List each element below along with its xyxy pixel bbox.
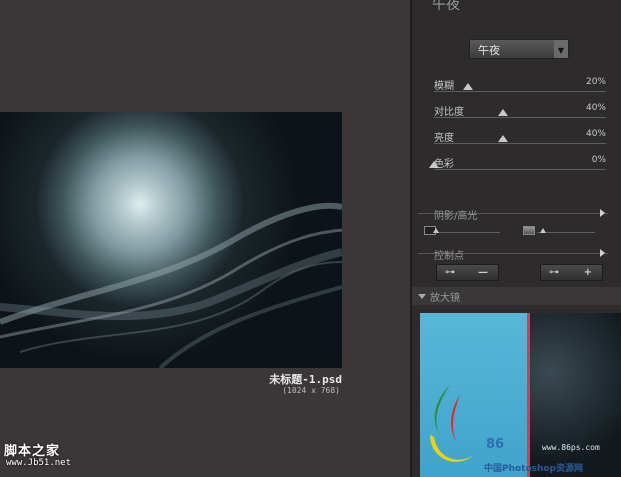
chevron-right-icon[interactable] xyxy=(600,249,605,257)
slider-thumb[interactable] xyxy=(498,135,508,142)
shadows-highlights-label: 阴影/高光 xyxy=(434,211,478,222)
watermark-site-name: 中国Photoshop资源网 xyxy=(484,464,584,474)
slider-track[interactable] xyxy=(434,143,606,144)
slider-value: 20% xyxy=(585,77,606,87)
highlight-swatch[interactable] xyxy=(523,226,535,235)
add-control-point-button[interactable]: ⊶ — xyxy=(436,264,499,281)
watermark-site-url: www.86ps.com xyxy=(542,443,600,452)
shadow-track[interactable] xyxy=(438,232,500,233)
slider-label: 模糊 xyxy=(434,81,454,92)
button-sign: + xyxy=(583,267,592,278)
slider-track[interactable] xyxy=(434,117,606,118)
slider-value: 40% xyxy=(585,129,606,139)
control-points-label: 控制点 xyxy=(434,251,464,262)
chevron-right-icon[interactable] xyxy=(600,209,605,217)
slider-color[interactable]: 色彩 0% xyxy=(429,155,606,195)
shadow-thumb[interactable] xyxy=(433,228,439,233)
slider-thumb[interactable] xyxy=(429,161,439,168)
remove-control-point-button[interactable]: ⊶ + xyxy=(540,264,603,281)
slider-value: 40% xyxy=(585,103,606,113)
slider-label: 亮度 xyxy=(434,133,454,144)
slider-thumb[interactable] xyxy=(498,109,508,116)
loupe-header[interactable]: 放大镜 xyxy=(412,287,621,305)
chevron-down-icon xyxy=(418,294,426,299)
button-sign: — xyxy=(478,267,488,278)
watermark-brand: 86 xyxy=(486,437,505,452)
loupe-after xyxy=(530,313,621,477)
pin-icon: ⊶ xyxy=(549,267,559,278)
slider-track[interactable] xyxy=(434,91,606,92)
preset-select[interactable]: 午夜 ▼ xyxy=(469,39,569,59)
preset-select-value: 午夜 xyxy=(478,44,500,57)
pin-icon: ⊶ xyxy=(445,267,455,278)
image-preview[interactable] xyxy=(0,112,342,368)
chevron-down-icon[interactable]: ▼ xyxy=(554,40,568,58)
smoke-wisps xyxy=(0,202,342,368)
highlight-thumb[interactable] xyxy=(540,228,546,233)
slider-track[interactable] xyxy=(434,169,606,170)
slider-label: 对比度 xyxy=(434,107,464,118)
canvas-area: 未标题-1.psd (1024 x 768) 脚本之家 www.Jb51.net xyxy=(0,0,410,477)
file-dimensions: (1024 x 768) xyxy=(282,386,340,395)
file-name: 未标题-1.psd xyxy=(269,373,342,386)
slider-value: 0% xyxy=(591,155,606,165)
panel-title: 午夜 xyxy=(432,0,460,13)
loupe-label: 放大镜 xyxy=(430,293,460,304)
slider-thumb[interactable] xyxy=(463,83,473,90)
watermark-title: 脚本之家 xyxy=(4,444,61,459)
watermark-url: www.Jb51.net xyxy=(6,458,72,468)
watermark-logo xyxy=(430,385,474,462)
